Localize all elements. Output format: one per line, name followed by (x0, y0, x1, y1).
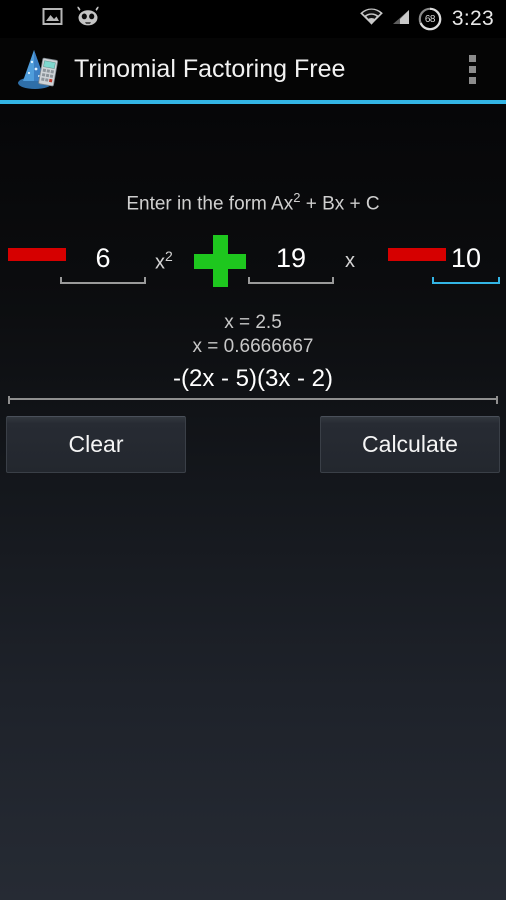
coefficient-a-input[interactable] (60, 238, 146, 284)
equation-input-row: x2 x (0, 232, 506, 294)
status-bar-notifications (42, 6, 101, 32)
app-icon (14, 46, 60, 92)
factored-result-field[interactable] (8, 362, 498, 400)
coefficient-b-wrap (248, 238, 334, 284)
field-tick-right (332, 277, 334, 284)
field-tick-left (432, 277, 434, 284)
clear-button[interactable]: Clear (6, 416, 186, 473)
variable-label-x-squared: x2 (155, 248, 173, 274)
prompt-suffix: + Bx + C (305, 193, 380, 215)
field-tick-right (144, 277, 146, 284)
field-tick-left (60, 277, 62, 284)
battery-level-text: 68 (424, 13, 436, 25)
variable-label-x: x (345, 250, 355, 272)
app-screen: 68 3:23 Trinomial Factoring Free Enter i… (0, 0, 506, 900)
sign-toggle-a[interactable] (8, 248, 66, 261)
app-title: Trinomial Factoring Free (74, 54, 346, 83)
battery-icon: 68 (418, 7, 442, 31)
cyanogenmod-icon (75, 6, 101, 32)
overflow-menu-icon[interactable] (452, 45, 492, 93)
coefficient-c-wrap (432, 238, 500, 284)
prompt-prefix: Enter in the form Ax (126, 193, 294, 215)
status-bar-clock: 3:23 (451, 7, 494, 30)
status-bar-system: 68 3:23 (359, 7, 494, 32)
coefficient-b-input[interactable] (248, 238, 334, 284)
prompt-label: Enter in the form Ax2 + Bx + C (0, 190, 506, 215)
prompt-exponent: 2 (293, 190, 301, 205)
action-bar: Trinomial Factoring Free (0, 38, 506, 100)
variable-exponent: 2 (165, 248, 173, 264)
coefficient-c-input[interactable] (432, 238, 500, 284)
screenshot-icon (42, 6, 63, 32)
root-2-text: x = 0.6666667 (192, 336, 314, 357)
field-tick-right (496, 396, 498, 404)
root-1-text: x = 2.5 (224, 312, 282, 333)
field-tick-left (248, 277, 250, 284)
calculate-button[interactable]: Calculate (320, 416, 500, 473)
main-content: Enter in the form Ax2 + Bx + C x2 (0, 104, 506, 900)
overflow-dot (468, 65, 476, 73)
wifi-icon (359, 7, 384, 32)
factored-result-wrap (8, 362, 498, 404)
sign-toggle-b[interactable] (194, 235, 246, 287)
plus-vertical-bar (213, 235, 228, 287)
field-tick-left (8, 396, 10, 404)
status-bar: 68 3:23 (0, 0, 506, 38)
overflow-dot (468, 76, 476, 84)
coefficient-a-wrap (60, 238, 146, 284)
field-tick-right (498, 277, 500, 284)
signal-icon (391, 7, 411, 32)
overflow-dot (468, 54, 476, 62)
